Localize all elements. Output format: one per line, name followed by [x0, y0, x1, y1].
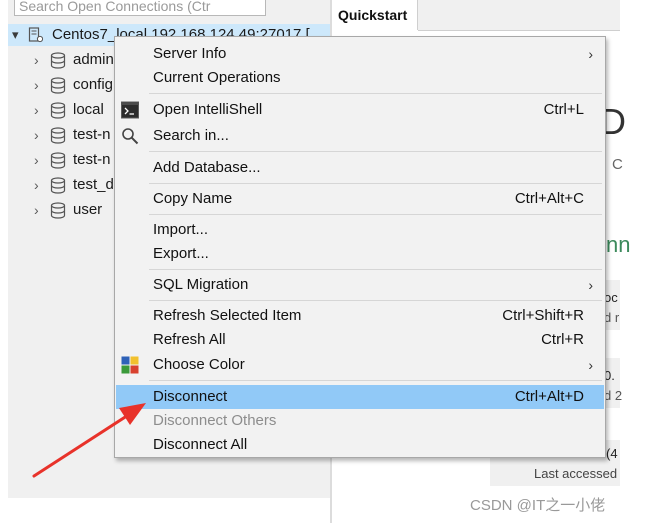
watermark-text: CSDN @IT之一小佬: [470, 497, 606, 514]
annotation-arrow: [32, 403, 146, 478]
